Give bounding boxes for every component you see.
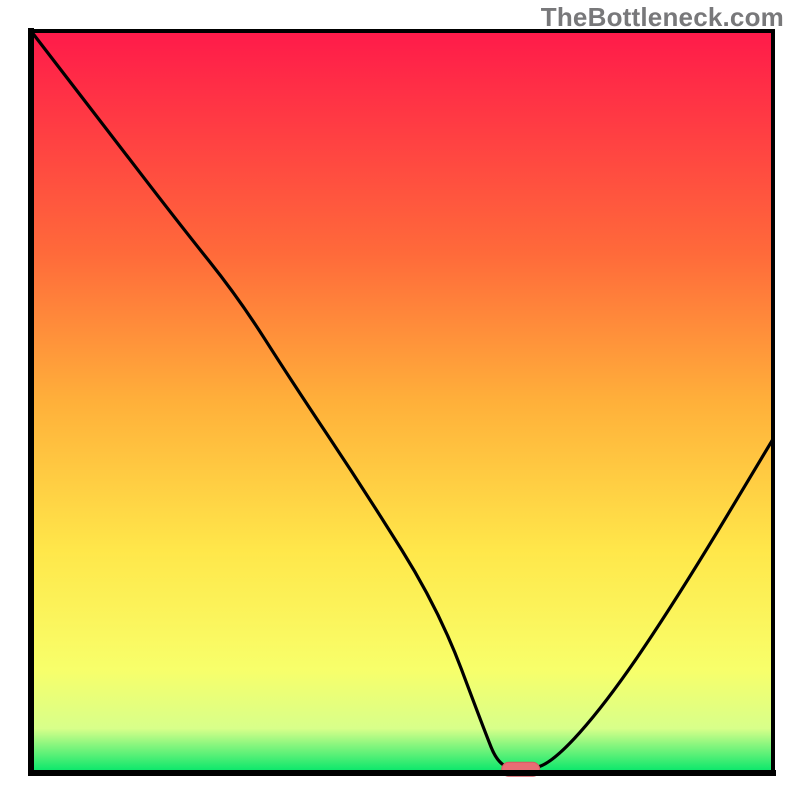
plot-background [31,31,773,773]
watermark-text: TheBottleneck.com [541,2,784,33]
bottleneck-chart-svg [0,0,800,800]
chart-frame: TheBottleneck.com [0,0,800,800]
